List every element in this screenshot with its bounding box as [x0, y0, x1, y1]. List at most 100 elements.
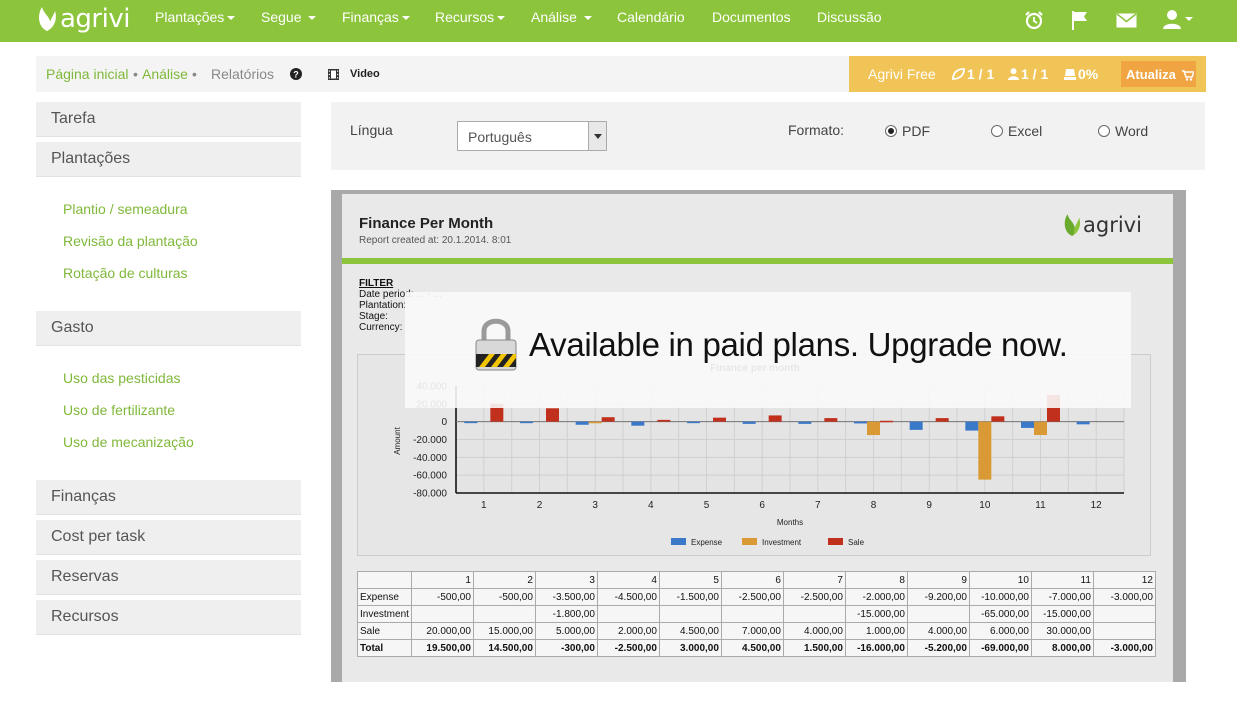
y-tick-label: 0: [441, 417, 447, 428]
bar-investment: [867, 421, 880, 436]
table-cell: -9.200,00: [906, 588, 970, 606]
alarm-clock-icon[interactable]: [1024, 10, 1044, 30]
nav-calendario[interactable]: Calendário: [617, 9, 685, 25]
user-icon: [1163, 10, 1181, 29]
table-cell: -2.500,00: [782, 588, 846, 606]
table-cell: 2.000,00: [596, 622, 660, 640]
breadcrumb-home[interactable]: Página inicial: [46, 66, 129, 82]
sidebar-subitem-revisao[interactable]: Revisão da plantação: [63, 233, 198, 249]
x-tick-label: 7: [815, 500, 821, 511]
table-cell: 5.000,00: [534, 622, 598, 640]
leaf-icon: [952, 68, 965, 80]
table-row-label: [357, 571, 412, 589]
caret-down-icon: [401, 16, 410, 21]
table-cell: -16.000,00: [844, 639, 908, 657]
format-radio-word[interactable]: Word: [1098, 123, 1148, 139]
table-cell: 7: [782, 571, 846, 589]
upgrade-overlay[interactable]: Available in paid plans. Upgrade now.: [405, 292, 1131, 408]
sidebar-item-reservas[interactable]: Reservas: [36, 560, 301, 595]
nav-plantacoes[interactable]: Plantações: [155, 9, 236, 25]
table-cell: 8.000,00: [1030, 639, 1094, 657]
breadcrumb: Página inicial • Análise • Relatórios ? …: [36, 56, 849, 92]
sidebar-item-gasto[interactable]: Gasto: [36, 311, 301, 346]
sidebar-item-plantacoes[interactable]: Plantações: [36, 142, 301, 177]
table-cell: [1092, 605, 1156, 623]
leaf-logo-icon: [39, 7, 56, 31]
sidebar-item-recursos[interactable]: Recursos: [36, 600, 301, 635]
report-preview: Finance Per Month Report created at: 20.…: [342, 194, 1173, 682]
help-icon[interactable]: ?: [290, 68, 302, 80]
bar-sale: [991, 416, 1005, 422]
plan-status: Agrivi Free 1 / 1 1 / 1 0% Atualiza: [849, 56, 1206, 92]
format-radio-excel[interactable]: Excel: [991, 123, 1042, 139]
table-cell: -69.000,00: [968, 639, 1032, 657]
report-created: Report created at: 20.1.2014. 8:01: [359, 235, 512, 246]
chevron-down-icon: [588, 122, 606, 150]
table-cell: [410, 605, 474, 623]
language-label: Língua: [350, 122, 393, 138]
format-radio-pdf[interactable]: PDF: [885, 123, 930, 139]
nav-recursos[interactable]: Recursos: [435, 9, 506, 25]
x-tick-label: 12: [1091, 500, 1103, 511]
bar-investment: [978, 421, 992, 480]
nav-segue[interactable]: Segue: [261, 9, 317, 25]
table-cell: 4.000,00: [906, 622, 970, 640]
sidebar-item-tarefa[interactable]: Tarefa: [36, 102, 301, 137]
radio-icon: [1098, 125, 1110, 137]
upgrade-button[interactable]: Atualiza: [1121, 61, 1196, 87]
y-axis-label: Amount: [393, 426, 402, 454]
table-cell: 14.500,00: [472, 639, 536, 657]
plan-storage: 0%: [1064, 66, 1098, 82]
breadcrumb-analise[interactable]: Análise: [142, 66, 188, 82]
table-cell: [658, 605, 722, 623]
breadcrumb-separator: •: [133, 66, 138, 82]
sidebar-item-cost-per-task[interactable]: Cost per task: [36, 520, 301, 555]
table-cell: 1: [410, 571, 474, 589]
user-menu[interactable]: [1162, 9, 1193, 29]
table-cell: -2.500,00: [596, 639, 660, 657]
legend-label: Sale: [848, 538, 865, 547]
table-cell: -2.500,00: [720, 588, 784, 606]
mail-icon[interactable]: [1116, 13, 1137, 28]
upgrade-message: Available in paid plans. Upgrade now.: [529, 326, 1068, 363]
x-axis-label: Months: [777, 518, 803, 527]
video-link[interactable]: Video: [328, 68, 380, 80]
bar-sale: [824, 418, 838, 422]
bar-investment: [588, 421, 602, 424]
flag-icon[interactable]: [1071, 10, 1089, 30]
table-cell: -7.000,00: [1030, 588, 1094, 606]
table-cell: 4: [596, 571, 660, 589]
table-cell: 20.000,00: [410, 622, 474, 640]
radio-icon: [991, 125, 1003, 137]
table-cell: -3.000,00: [1092, 588, 1156, 606]
table-cell: 11: [1030, 571, 1094, 589]
table-cell: 12: [1092, 571, 1156, 589]
bar-sale: [546, 408, 559, 422]
nav-discussao[interactable]: Discussão: [817, 9, 882, 25]
nav-documentos[interactable]: Documentos: [712, 9, 791, 25]
table-cell: -2.000,00: [844, 588, 908, 606]
report-header-bar: [342, 258, 1173, 264]
table-row: Investment -1.800,00 -15.000,00 -65.000,00-…: [357, 605, 1156, 623]
language-select[interactable]: Português: [457, 121, 607, 151]
bar-sale: [880, 420, 893, 423]
brand-logo[interactable]: agrivi: [36, 2, 130, 36]
radio-selected-icon: [885, 125, 897, 137]
x-tick-label: 6: [759, 500, 765, 511]
video-label: Video: [350, 68, 380, 80]
nav-analise[interactable]: Análise: [531, 9, 592, 25]
sidebar-subitem-rotacao[interactable]: Rotação de culturas: [63, 265, 188, 281]
nav-financas[interactable]: Finanças: [342, 9, 410, 25]
table-row-label: Expense: [357, 588, 412, 606]
bar-expense: [520, 421, 533, 424]
sidebar-subitem-fertilizante[interactable]: Uso de fertilizante: [63, 402, 175, 418]
table-cell: [720, 605, 784, 623]
sidebar-item-financas[interactable]: Finanças: [36, 480, 301, 515]
sidebar-subitem-pesticidas[interactable]: Uso das pesticidas: [63, 370, 181, 386]
report-options: Língua Português Formato: PDF Excel Word: [331, 102, 1205, 170]
sidebar-subitem-mecanizacao[interactable]: Uso de mecanização: [63, 434, 194, 450]
table-row: Expense -500,00 -500,00 -3.500,00 -4.500,00-…: [357, 588, 1156, 606]
bar-sale: [601, 417, 615, 422]
sidebar-subitem-plantio[interactable]: Plantio / semeadura: [63, 201, 188, 217]
table-row-label: Total: [357, 639, 412, 657]
